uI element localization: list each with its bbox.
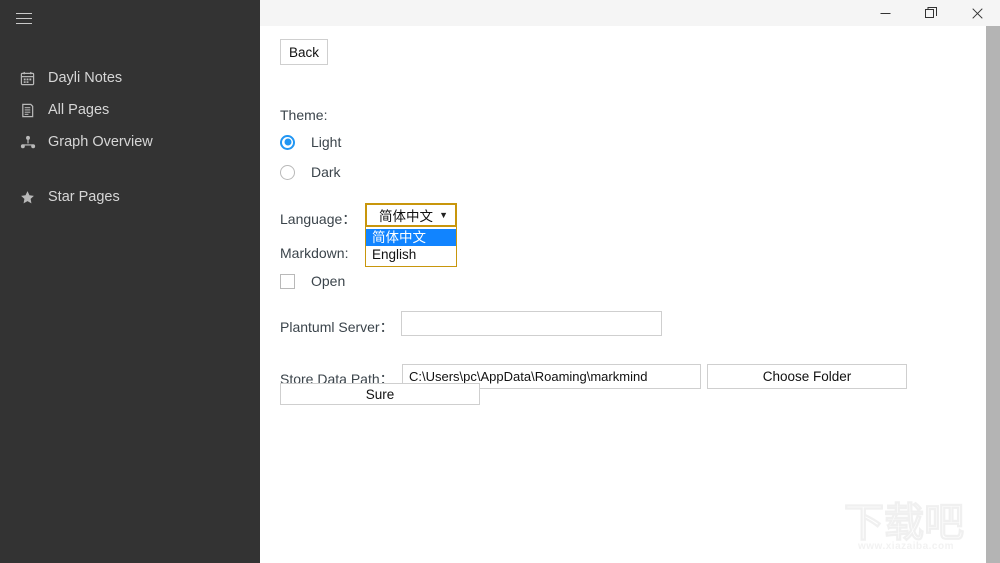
sidebar-item-label: Star Pages xyxy=(48,189,120,205)
minimize-button[interactable] xyxy=(862,0,908,26)
language-option-zh[interactable]: 简体中文 xyxy=(366,229,456,246)
close-icon xyxy=(971,7,983,19)
document-icon xyxy=(20,101,42,119)
sidebar-item-label: All Pages xyxy=(48,102,110,118)
app-window: Dayli Notes All Pages Graph Overview Sta… xyxy=(0,0,1000,563)
sidebar-item-graph-overview[interactable]: Graph Overview xyxy=(0,126,260,158)
watermark-title: 下载吧 xyxy=(844,501,965,546)
checkbox-open-icon[interactable] xyxy=(280,273,295,289)
sidebar-secondary-nav: Star Pages xyxy=(0,181,260,213)
sure-button[interactable]: Sure xyxy=(280,383,480,405)
language-option-list: 简体中文 English xyxy=(365,227,457,267)
choose-folder-button[interactable]: Choose Folder xyxy=(707,364,907,389)
title-bar xyxy=(260,0,1000,26)
language-select-value: 简体中文 xyxy=(379,209,434,224)
sidebar-item-all-pages[interactable]: All Pages xyxy=(0,94,260,126)
theme-option-light[interactable]: Light xyxy=(280,134,341,150)
settings-panel: Back Theme: Light Dark Language： 简体中文 ▼ … xyxy=(260,26,986,563)
markdown-open-label: Open xyxy=(311,273,346,289)
sidebar-item-label: Graph Overview xyxy=(48,134,153,150)
star-icon xyxy=(20,188,42,206)
language-select[interactable]: 简体中文 ▼ 简体中文 English xyxy=(365,203,457,267)
plantuml-server-label: Plantuml Server： xyxy=(280,319,394,335)
vertical-scrollbar[interactable] xyxy=(986,26,1000,563)
language-label: Language： xyxy=(280,211,357,227)
close-button[interactable] xyxy=(954,0,1000,26)
restore-icon xyxy=(925,7,937,19)
language-option-en[interactable]: English xyxy=(366,246,456,263)
sidebar-item-star-pages[interactable]: Star Pages xyxy=(0,181,260,213)
sidebar: Dayli Notes All Pages Graph Overview Sta… xyxy=(0,0,260,563)
radio-light-icon[interactable] xyxy=(280,134,295,150)
hamburger-line xyxy=(16,12,32,14)
hamburger-line xyxy=(16,17,32,19)
radio-dark-icon[interactable] xyxy=(280,164,295,180)
hamburger-line xyxy=(16,22,32,24)
back-button[interactable]: Back xyxy=(280,39,328,65)
hamburger-icon[interactable] xyxy=(10,5,38,31)
plantuml-server-input[interactable] xyxy=(401,311,662,336)
window-controls xyxy=(862,0,1000,26)
sidebar-item-label: Dayli Notes xyxy=(48,70,123,86)
language-select-box[interactable]: 简体中文 ▼ xyxy=(365,203,457,227)
calendar-icon xyxy=(20,69,42,87)
restore-button[interactable] xyxy=(908,0,954,26)
sidebar-primary-nav: Dayli Notes All Pages Graph Overview xyxy=(0,62,260,158)
theme-label: Theme: xyxy=(280,107,328,123)
chevron-down-icon: ▼ xyxy=(439,209,448,220)
markdown-open-checkbox-row[interactable]: Open xyxy=(280,273,345,289)
theme-option-dark-label: Dark xyxy=(311,164,341,180)
markdown-label: Markdown: xyxy=(280,245,349,261)
watermark: 下载吧 www.xiazaiba.com xyxy=(844,501,968,559)
theme-option-light-label: Light xyxy=(311,134,342,150)
minimize-icon xyxy=(880,8,891,19)
watermark-url: www.xiazaiba.com xyxy=(858,541,954,552)
graph-icon xyxy=(20,133,42,151)
theme-option-dark[interactable]: Dark xyxy=(280,164,341,180)
sidebar-item-dayli-notes[interactable]: Dayli Notes xyxy=(0,62,260,94)
